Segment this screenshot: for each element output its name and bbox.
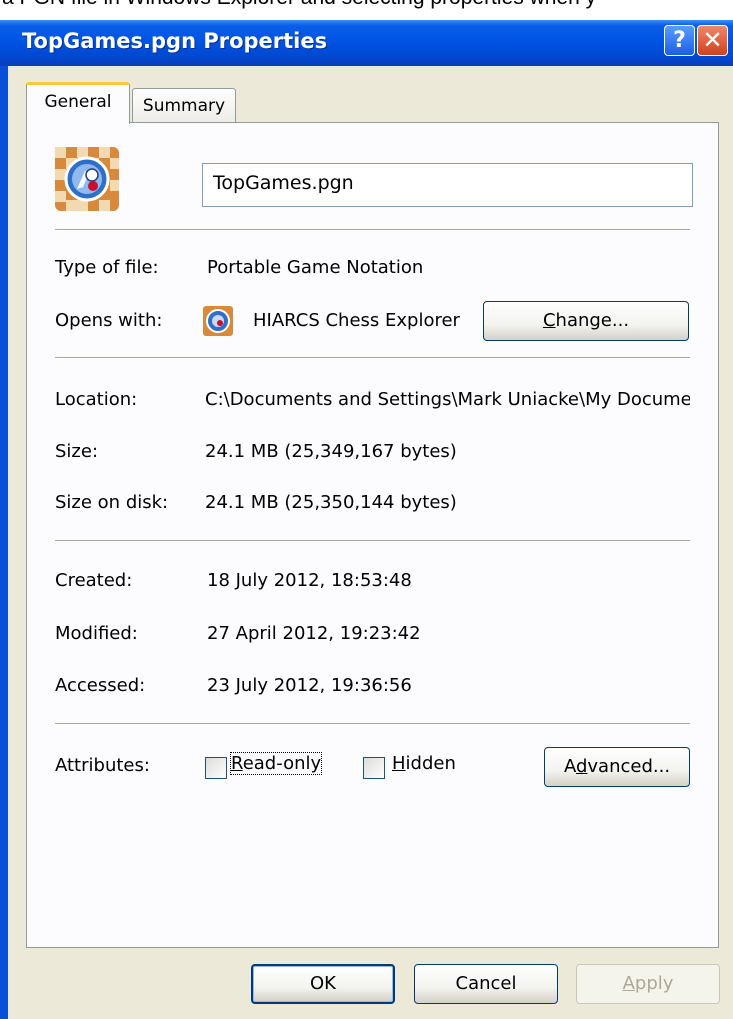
opens-with-label: Opens with: — [55, 310, 163, 331]
chess-file-icon — [55, 147, 119, 211]
modified-value: 27 April 2012, 19:23:42 — [207, 623, 421, 644]
advanced-mnemonic: d — [575, 756, 588, 777]
properties-dialog: TopGames.pgn Properties ? ✕ General Summ… — [0, 20, 733, 1019]
read-only-mnemonic: R — [231, 753, 243, 774]
advanced-prefix: A — [563, 756, 576, 777]
divider — [55, 540, 690, 542]
tab-summary-label: Summary — [142, 96, 226, 116]
window-title: TopGames.pgn Properties — [22, 29, 328, 53]
hiarcs-app-icon — [203, 306, 233, 336]
size-on-disk-value: 24.1 MB (25,350,144 bytes) — [205, 492, 457, 513]
article-caption-fragment: a PGN file in Windows Explorer and selec… — [0, 0, 733, 22]
change-label: hange... — [555, 310, 630, 331]
advanced-label: vanced... — [587, 756, 671, 777]
hidden-label[interactable]: Hidden — [392, 753, 456, 774]
caption-text: a PGN file in Windows Explorer and selec… — [2, 0, 596, 10]
accessed-label: Accessed: — [55, 675, 146, 696]
general-tab-panel: TopGames.pgn Type of file: Portable Game… — [26, 122, 719, 948]
change-mnemonic: C — [542, 310, 556, 331]
cancel-label: Cancel — [455, 973, 517, 994]
location-value: C:\Documents and Settings\Mark Uniacke\M… — [205, 389, 690, 410]
type-of-file-value: Portable Game Notation — [207, 257, 424, 278]
read-only-label[interactable]: Read-only — [229, 752, 323, 775]
tab-general[interactable]: General — [26, 82, 130, 124]
hidden-checkbox[interactable] — [363, 757, 385, 779]
modified-label: Modified: — [55, 623, 138, 644]
filename-field[interactable]: TopGames.pgn — [202, 163, 693, 207]
divider — [55, 357, 690, 359]
attributes-label: Attributes: — [55, 755, 150, 776]
size-on-disk-label: Size on disk: — [55, 492, 169, 513]
location-label: Location: — [55, 389, 138, 410]
tab-summary[interactable]: Summary — [132, 88, 236, 124]
created-value: 18 July 2012, 18:53:48 — [207, 570, 412, 591]
hidden-text: idden — [405, 753, 456, 774]
close-icon: ✕ — [702, 26, 723, 54]
type-of-file-label: Type of file: — [55, 257, 159, 278]
divider — [55, 229, 690, 231]
change-button[interactable]: Change... — [483, 301, 689, 341]
dialog-client-area: General Summary TopGames.pgn Type of fil… — [8, 66, 733, 1019]
advanced-button[interactable]: Advanced... — [544, 747, 690, 787]
read-only-checkbox[interactable] — [205, 757, 227, 779]
ok-button[interactable]: OK — [251, 964, 395, 1004]
opens-with-value: HIARCS Chess Explorer — [253, 310, 460, 331]
cancel-button[interactable]: Cancel — [414, 964, 558, 1004]
tab-general-label: General — [44, 92, 112, 112]
apply-label: pply — [634, 973, 674, 994]
read-only-text: ead-only — [242, 753, 322, 774]
accessed-value: 23 July 2012, 19:36:56 — [207, 675, 412, 696]
ok-label: OK — [310, 973, 336, 994]
help-button[interactable]: ? — [664, 25, 695, 56]
size-label: Size: — [55, 441, 99, 462]
help-icon: ? — [673, 28, 686, 53]
created-label: Created: — [55, 570, 133, 591]
title-bar[interactable]: TopGames.pgn Properties ? ✕ — [0, 20, 733, 66]
apply-mnemonic: A — [622, 973, 635, 994]
size-value: 24.1 MB (25,349,167 bytes) — [205, 441, 457, 462]
divider — [55, 723, 690, 725]
hidden-mnemonic: H — [392, 753, 406, 774]
apply-button[interactable]: Apply — [576, 964, 720, 1004]
filename-value: TopGames.pgn — [213, 172, 354, 194]
close-button[interactable]: ✕ — [697, 25, 728, 56]
